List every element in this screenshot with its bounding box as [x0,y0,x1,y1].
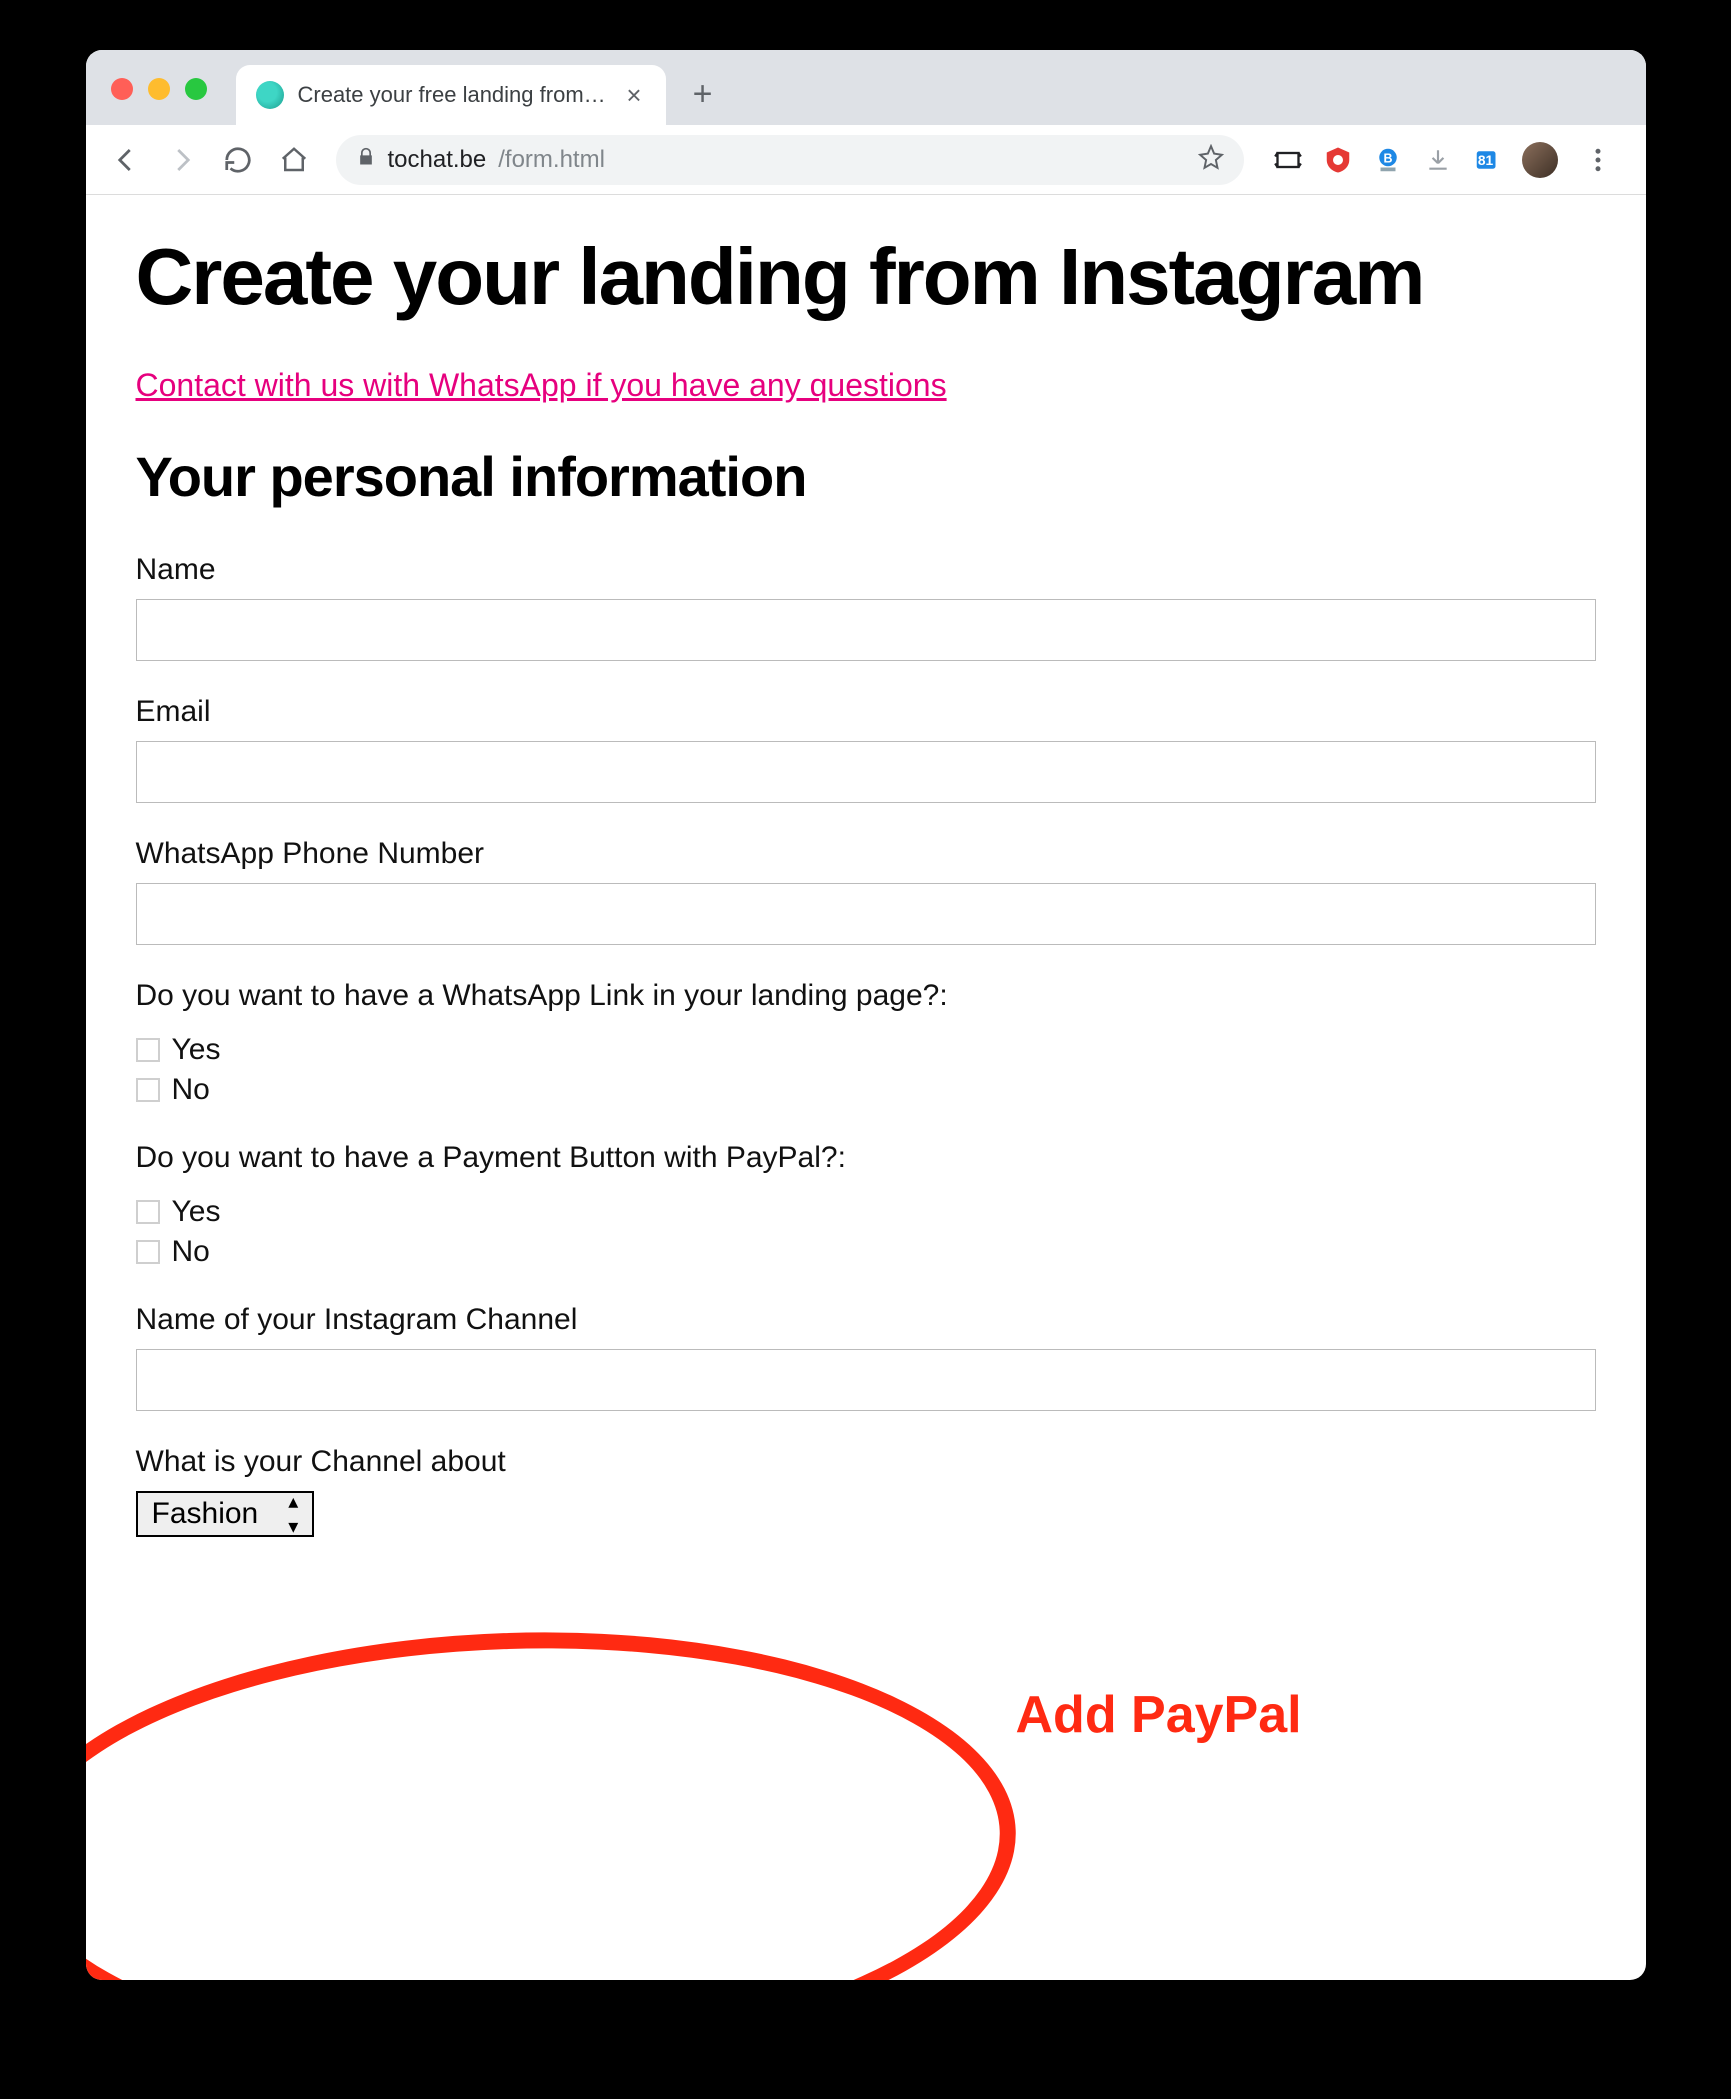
window-close-button[interactable] [111,78,133,100]
whatsapp-link-yes-checkbox[interactable] [136,1038,160,1062]
whatsapp-phone-input[interactable] [136,883,1596,945]
section-title: Your personal information [136,444,1596,509]
paypal-question: Do you want to have a Payment Button wit… [136,1141,1596,1175]
browser-toolbar: tochat.be/form.html B 81 [86,125,1646,195]
forward-button[interactable] [160,138,204,182]
chevron-updown-icon: ▴▾ [288,1489,298,1539]
browser-menu-button[interactable] [1576,138,1620,182]
window-controls [111,78,207,100]
paypal-no-checkbox[interactable] [136,1240,160,1264]
tab-close-button[interactable]: × [622,80,645,111]
whatsapp-link-no-checkbox[interactable] [136,1078,160,1102]
contact-whatsapp-link[interactable]: Contact with us with WhatsApp if you hav… [136,367,947,404]
paypal-yes-checkbox[interactable] [136,1200,160,1224]
url-path: /form.html [498,146,605,174]
svg-text:81: 81 [1477,153,1493,168]
paypal-question-group: Do you want to have a Payment Button wit… [136,1141,1596,1269]
whatsapp-link-no-label: No [172,1073,210,1107]
bookmark-star-icon[interactable] [1198,144,1224,175]
name-input[interactable] [136,599,1596,661]
home-button[interactable] [272,138,316,182]
name-label: Name [136,553,1596,587]
lock-icon [356,147,376,172]
page-title: Create your landing from Instagram [136,235,1596,319]
annotation-text: Add PayPal [1016,1685,1302,1745]
whatsapp-link-question: Do you want to have a WhatsApp Link in y… [136,979,1596,1013]
whatsapp-phone-label: WhatsApp Phone Number [136,837,1596,871]
extension-icons: B 81 [1264,138,1628,182]
tab-favicon-icon [256,81,284,109]
extension-tag-icon[interactable]: 81 [1472,144,1504,176]
name-field-group: Name [136,553,1596,661]
channel-about-select[interactable]: Fashion ▴▾ [136,1491,315,1537]
whatsapp-link-yes-label: Yes [172,1033,221,1067]
page-content: Create your landing from Instagram Conta… [86,195,1646,1980]
email-input[interactable] [136,741,1596,803]
whatsapp-link-yes-row: Yes [136,1033,1596,1067]
paypal-no-row: No [136,1235,1596,1269]
whatsapp-link-question-group: Do you want to have a WhatsApp Link in y… [136,979,1596,1107]
email-field-group: Email [136,695,1596,803]
email-label: Email [136,695,1596,729]
tab-title: Create your free landing from Ins [298,82,609,108]
extension-icon[interactable] [1272,144,1304,176]
channel-about-group: What is your Channel about Fashion ▴▾ [136,1445,1596,1537]
channel-about-value: Fashion [152,1497,259,1531]
download-icon[interactable] [1422,144,1454,176]
address-bar[interactable]: tochat.be/form.html [336,135,1244,185]
back-button[interactable] [104,138,148,182]
browser-window: Create your free landing from Ins × + to… [86,50,1646,1980]
annotation-ellipse [86,1616,1023,1980]
paypal-yes-row: Yes [136,1195,1596,1229]
tab-strip: Create your free landing from Ins × + [86,50,1646,125]
url-host: tochat.be [388,146,487,174]
profile-avatar[interactable] [1522,142,1558,178]
whatsapp-link-no-row: No [136,1073,1596,1107]
whatsapp-field-group: WhatsApp Phone Number [136,837,1596,945]
paypal-no-label: No [172,1235,210,1269]
window-maximize-button[interactable] [185,78,207,100]
instagram-channel-group: Name of your Instagram Channel [136,1303,1596,1411]
window-minimize-button[interactable] [148,78,170,100]
channel-about-label: What is your Channel about [136,1445,1596,1479]
ublock-icon[interactable] [1322,144,1354,176]
new-tab-button[interactable]: + [678,69,728,119]
extension-badge-icon[interactable]: B [1372,144,1404,176]
reload-button[interactable] [216,138,260,182]
instagram-channel-label: Name of your Instagram Channel [136,1303,1596,1337]
browser-tab[interactable]: Create your free landing from Ins × [236,65,666,125]
instagram-channel-input[interactable] [136,1349,1596,1411]
svg-text:B: B [1383,151,1392,165]
paypal-yes-label: Yes [172,1195,221,1229]
